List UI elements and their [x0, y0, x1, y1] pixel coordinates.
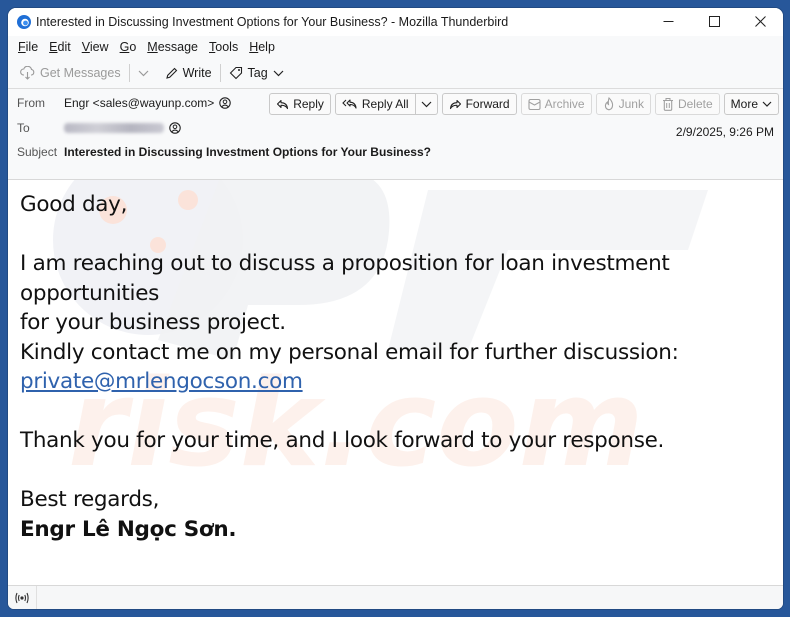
cloud-download-icon	[20, 66, 35, 80]
tag-icon	[229, 66, 243, 80]
tag-button[interactable]: Tag	[225, 61, 288, 85]
junk-flame-icon	[603, 97, 615, 111]
body-line-3: Kindly contact me on my personal email f…	[20, 339, 679, 365]
junk-label: Junk	[618, 97, 644, 111]
reply-all-icon	[342, 98, 358, 110]
subject-row: Subject Interested in Discussing Investm…	[8, 145, 431, 159]
write-button[interactable]: Write	[161, 61, 216, 85]
menu-accel: V	[81, 40, 90, 54]
write-label: Write	[182, 66, 212, 80]
sender-address[interactable]: Engr <sales@wayunp.com>	[64, 96, 214, 110]
menu-label: o	[129, 40, 137, 54]
tag-label: Tag	[247, 66, 268, 80]
message-content: Good day, I am reaching out to discuss a…	[8, 180, 783, 554]
forward-button[interactable]: Forward	[441, 93, 517, 115]
toolbar-divider	[128, 64, 130, 82]
reply-all-label: Reply All	[361, 97, 409, 111]
message-header: From Engr <sales@wayunp.com> To Subject …	[8, 89, 783, 180]
minimize-icon	[663, 14, 674, 30]
menu-accel: M	[147, 40, 158, 54]
closing: Best regards,	[20, 487, 160, 512]
message-date: 2/9/2025, 9:26 PM	[675, 125, 774, 139]
reply-label: Reply	[293, 97, 324, 111]
subject-value: Interested in Discussing Investment Opti…	[64, 145, 431, 159]
chevron-down-icon	[762, 101, 772, 108]
more-label: More	[730, 97, 758, 111]
message-body: risk.com Good day, I am reaching out to …	[8, 180, 783, 585]
activity-icon[interactable]	[8, 586, 37, 609]
menu-tools[interactable]: Tools	[204, 40, 243, 54]
thunderbird-logo-icon	[16, 14, 32, 30]
close-icon	[754, 14, 766, 30]
from-row: From Engr <sales@wayunp.com>	[8, 96, 232, 110]
body-line-4: Thank you for your time, and I look forw…	[20, 428, 665, 453]
menu-file[interactable]: File	[13, 40, 43, 54]
menu-label: ools	[215, 40, 239, 54]
more-button[interactable]: More	[723, 93, 779, 115]
main-toolbar: Get Messages Write Tag	[8, 58, 783, 89]
archive-label: Archive	[544, 97, 585, 111]
maximize-icon	[708, 14, 720, 30]
get-messages-dropdown[interactable]	[134, 61, 153, 85]
to-value[interactable]	[64, 122, 181, 134]
to-label: To	[17, 121, 30, 135]
thunderbird-window: Interested in Discussing Investment Opti…	[8, 8, 783, 609]
get-messages-label: Get Messages	[40, 66, 121, 80]
email-link[interactable]: private@mrlengocson.com	[20, 369, 303, 394]
menu-label: dit	[57, 40, 71, 54]
archive-button[interactable]: Archive	[520, 93, 592, 115]
forward-label: Forward	[465, 97, 510, 111]
window-title: Interested in Discussing Investment Opti…	[36, 15, 509, 29]
menu-view[interactable]: View	[77, 40, 114, 54]
reply-all-button[interactable]: Reply All	[334, 93, 416, 115]
signature: Engr Lê Ngọc Sơn.	[20, 516, 237, 542]
contact-icon[interactable]	[169, 122, 181, 134]
chevron-down-icon	[273, 70, 284, 77]
reply-all-dropdown[interactable]	[415, 93, 438, 115]
menu-label: ile	[25, 40, 39, 54]
junk-button[interactable]: Junk	[595, 93, 651, 115]
reply-icon	[276, 99, 289, 110]
menu-bar: File Edit View Go Message Tools Help	[8, 36, 783, 58]
menu-label: iew	[89, 40, 109, 54]
subject-label: Subject	[17, 145, 58, 159]
toolbar-divider	[219, 64, 221, 82]
chevron-down-icon	[138, 66, 149, 80]
get-messages-button[interactable]: Get Messages	[16, 61, 125, 85]
from-value[interactable]: Engr <sales@wayunp.com>	[64, 96, 232, 110]
maximize-button[interactable]	[691, 8, 737, 36]
message-actions: Reply Reply All Forward Archive Junk Del…	[265, 93, 779, 115]
title-bar: Interested in Discussing Investment Opti…	[8, 8, 783, 36]
status-bar	[8, 585, 783, 609]
redacted-recipient	[64, 123, 164, 133]
chevron-down-icon	[421, 97, 432, 111]
menu-go[interactable]: Go	[115, 40, 142, 54]
greeting: Good day,	[20, 192, 128, 217]
menu-accel: H	[249, 40, 259, 54]
menu-accel: G	[119, 40, 130, 54]
menu-label: essage	[157, 40, 199, 54]
menu-edit[interactable]: Edit	[44, 40, 76, 54]
close-button[interactable]	[737, 8, 783, 36]
menu-message[interactable]: Message	[142, 40, 203, 54]
from-label: From	[17, 96, 45, 110]
minimize-button[interactable]	[645, 8, 691, 36]
trash-icon	[662, 97, 674, 111]
body-line-1: I am reaching out to discuss a propositi…	[20, 251, 670, 306]
to-row: To	[8, 121, 181, 135]
menu-label: elp	[258, 40, 275, 54]
archive-icon	[528, 98, 541, 111]
menu-accel: E	[49, 40, 58, 54]
pencil-icon	[165, 67, 178, 80]
reply-button[interactable]: Reply	[269, 93, 331, 115]
delete-label: Delete	[677, 97, 713, 111]
reply-all-split: Reply All	[334, 93, 438, 115]
menu-help[interactable]: Help	[244, 40, 280, 54]
delete-button[interactable]: Delete	[654, 93, 720, 115]
forward-icon	[449, 99, 462, 110]
menu-accel: F	[18, 40, 26, 54]
contact-icon[interactable]	[219, 97, 232, 109]
body-line-2: for your business project.	[20, 310, 286, 335]
